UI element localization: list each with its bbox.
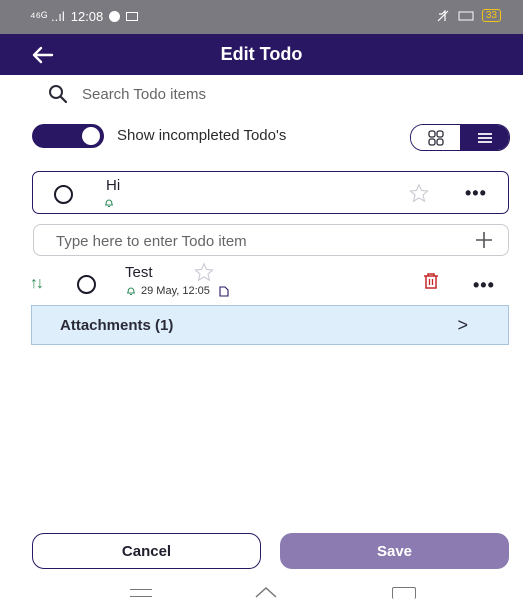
todo-title: Hi bbox=[106, 177, 121, 194]
status-bar: ⁴⁶ᴳ ..ıl 12:08 33 bbox=[0, 0, 523, 34]
list-icon bbox=[477, 132, 492, 143]
status-right: 33 bbox=[436, 9, 501, 22]
add-todo-field bbox=[33, 224, 509, 256]
toggle-knob bbox=[82, 127, 100, 145]
system-nav-bar bbox=[0, 583, 523, 599]
star-icon[interactable] bbox=[408, 183, 430, 203]
back-nav-icon[interactable] bbox=[392, 587, 416, 599]
cancel-button[interactable]: Cancel bbox=[32, 533, 261, 569]
status-left: ⁴⁶ᴳ ..ıl 12:08 bbox=[30, 9, 139, 24]
search-input[interactable] bbox=[82, 85, 342, 103]
save-button[interactable]: Save bbox=[280, 533, 509, 569]
mail-icon bbox=[126, 12, 139, 21]
chevron-right-icon: > bbox=[457, 315, 468, 335]
bell-icon bbox=[105, 199, 113, 207]
show-incompleted-toggle[interactable] bbox=[32, 124, 104, 148]
more-options-icon[interactable]: ••• bbox=[465, 184, 487, 202]
view-mode-switch bbox=[410, 124, 510, 151]
notification-dot-icon bbox=[109, 11, 121, 22]
toggle-label: Show incompleted Todo's bbox=[117, 127, 287, 144]
more-options-icon[interactable]: ••• bbox=[473, 276, 495, 294]
sub-todo-meta: 29 May, 12:05 bbox=[126, 285, 229, 297]
search-icon bbox=[49, 85, 68, 104]
list-view-button[interactable] bbox=[460, 125, 509, 150]
grid-view-button[interactable] bbox=[411, 125, 460, 150]
attachment-file-icon bbox=[219, 285, 229, 297]
app-bar: Edit Todo bbox=[0, 34, 523, 75]
attachments-bar[interactable]: Attachments (1) > bbox=[31, 305, 509, 345]
todo-complete-checkbox[interactable] bbox=[54, 185, 73, 204]
attachments-label: Attachments (1) bbox=[60, 317, 174, 334]
page-title: Edit Todo bbox=[220, 44, 303, 64]
data-speed-icon bbox=[458, 11, 474, 20]
battery-indicator: 33 bbox=[481, 9, 501, 22]
reminder-time: 29 May, 12:05 bbox=[141, 285, 210, 297]
recent-apps-icon[interactable] bbox=[130, 589, 152, 597]
todo-card[interactable]: Hi ••• bbox=[32, 171, 509, 214]
search-row bbox=[48, 82, 342, 106]
filter-row: Show incompleted Todo's bbox=[32, 124, 510, 151]
sort-handle-icon[interactable]: ↑↓ bbox=[30, 275, 44, 293]
bell-icon bbox=[127, 287, 135, 295]
star-icon[interactable] bbox=[193, 262, 215, 282]
home-icon[interactable] bbox=[254, 585, 278, 599]
sub-todo-complete-checkbox[interactable] bbox=[77, 275, 96, 294]
grid-icon bbox=[427, 129, 444, 146]
plus-icon[interactable] bbox=[474, 230, 494, 250]
trash-icon[interactable] bbox=[422, 272, 440, 290]
mute-icon bbox=[437, 9, 449, 21]
status-time: 12:08 bbox=[70, 9, 104, 24]
add-todo-input[interactable] bbox=[56, 230, 456, 252]
network-indicator: ⁴⁶ᴳ ..ıl bbox=[30, 9, 65, 24]
sub-todo-title: Test bbox=[125, 264, 153, 281]
